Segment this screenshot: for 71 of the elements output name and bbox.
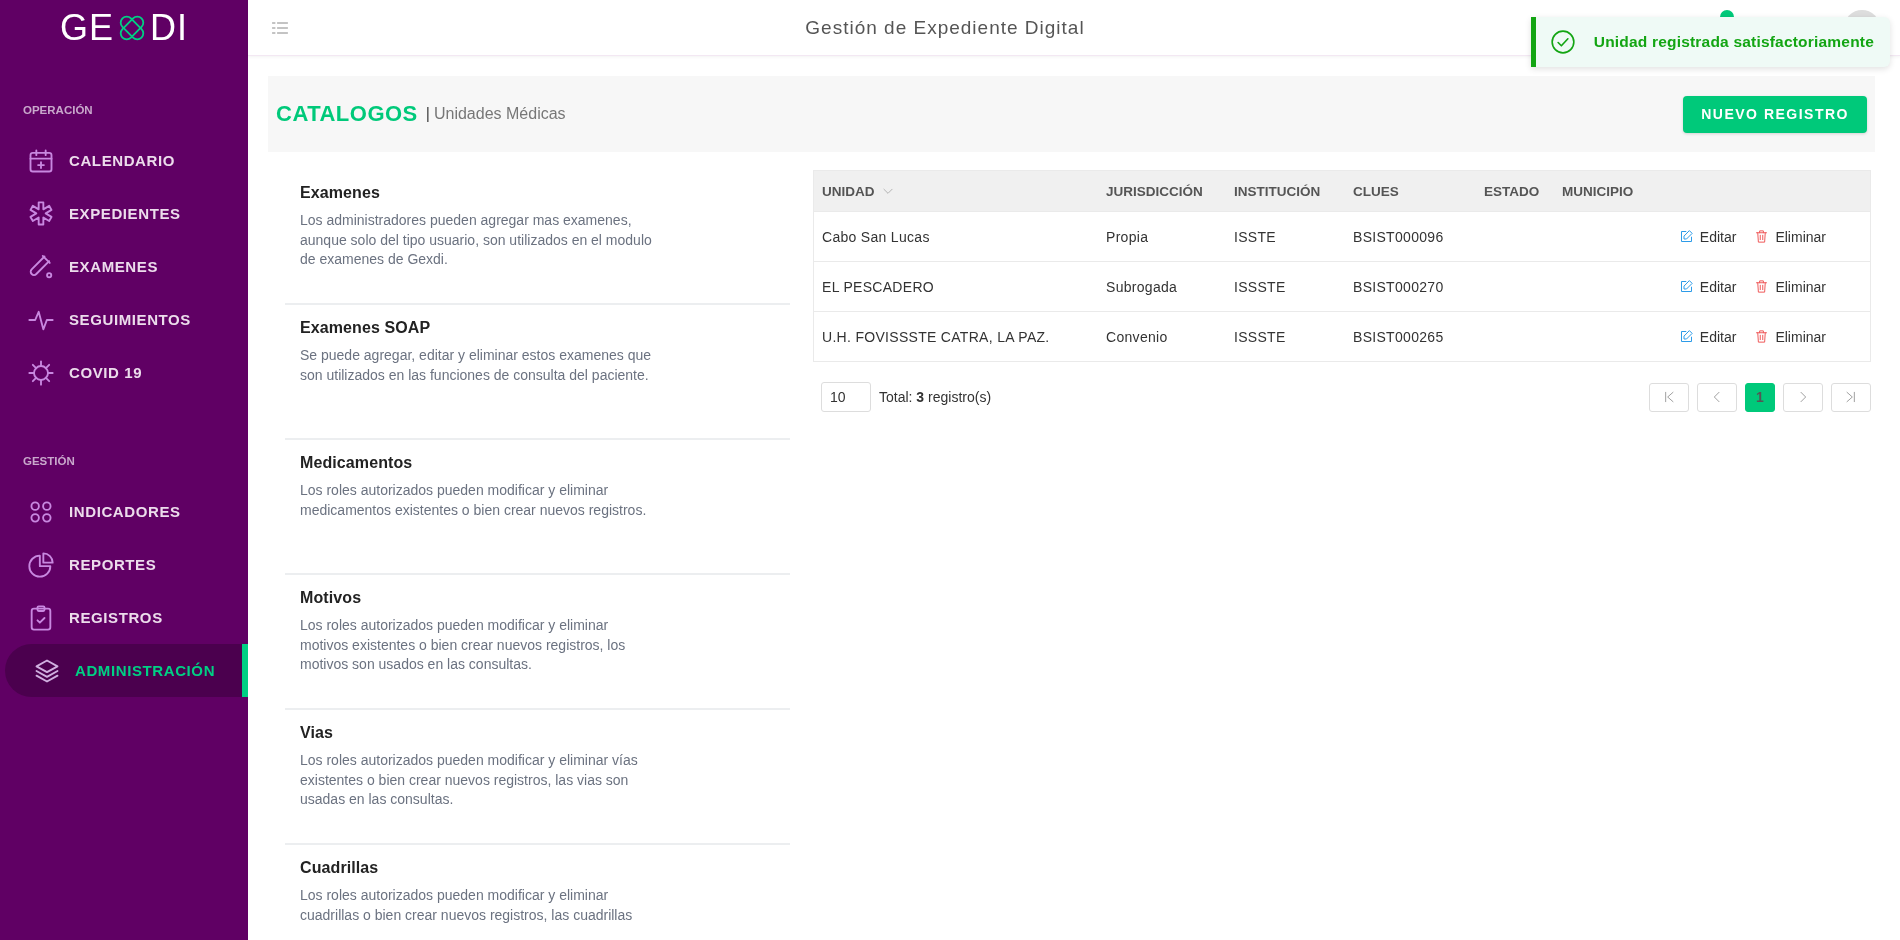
- catalog-description: Los roles autorizados pueden modificar y eliminar cuadrillas o bien crear nuevos registros, las cuadrillas: [300, 886, 634, 925]
- catalog-description: Se puede agregar, editar y eliminar estos examenes que son utilizados en las funciones de consulta del paciente.: [300, 346, 652, 385]
- asterisk-icon: [27, 199, 55, 228]
- table-cell: Propia: [1106, 228, 1149, 245]
- sidebar-item[interactable]: CALENDARIO: [0, 134, 248, 187]
- edit-button[interactable]: Editar: [1676, 276, 1739, 297]
- sidebar-item[interactable]: EXAMENES: [0, 240, 248, 293]
- edit-icon: [1678, 279, 1694, 294]
- catalog-title[interactable]: Examenes: [300, 184, 380, 202]
- catalog-title[interactable]: Cuadrillas: [300, 859, 379, 877]
- section-title: CATALOGOS: [276, 101, 418, 127]
- last-page-button[interactable]: [1831, 382, 1871, 412]
- table-cell: BSIST000265: [1353, 328, 1444, 345]
- table-cell: Subrogada: [1106, 278, 1178, 295]
- trash-icon: [1754, 279, 1770, 294]
- page-size-field[interactable]: 10: [821, 382, 871, 412]
- app-title: Gestión de Expediente Digital: [804, 16, 1086, 39]
- sidebar-item[interactable]: REGISTROS: [0, 591, 248, 644]
- virus-icon: [27, 358, 55, 387]
- delete-button[interactable]: Eliminar: [1752, 326, 1828, 347]
- delete-button[interactable]: Eliminar: [1752, 276, 1828, 297]
- sidebar-item[interactable]: ADMINISTRACIÓN: [5, 644, 248, 697]
- test-tube-icon: [27, 252, 55, 281]
- column-header[interactable]: UNIDAD: [822, 183, 895, 199]
- table-cell: BSIST000096: [1353, 228, 1444, 245]
- catalog-title[interactable]: Vias: [300, 724, 334, 742]
- total-count: Total: 3 registro(s): [879, 389, 993, 405]
- table-cell: ISSSTE: [1234, 278, 1286, 295]
- trash-icon: [1754, 329, 1770, 344]
- trash-icon: [1754, 229, 1770, 244]
- sidebar-item[interactable]: INDICADORES: [0, 485, 248, 538]
- table-cell: ISSTE: [1234, 228, 1276, 245]
- column-header: INSTITUCIÓN: [1234, 183, 1321, 199]
- catalog-title[interactable]: Medicamentos: [300, 454, 413, 472]
- table-cell: Convenio: [1106, 328, 1168, 345]
- separator: |: [425, 105, 430, 123]
- pie-chart-icon: [27, 550, 55, 579]
- catalog-description: Los roles autorizados pueden modificar y eliminar medicamentos existentes o bien crear nuevos registros.: [300, 481, 648, 520]
- logo-text: GE: [60, 7, 114, 49]
- edit-button[interactable]: Editar: [1676, 326, 1739, 347]
- delete-button[interactable]: Eliminar: [1752, 226, 1828, 247]
- edit-icon: [1678, 329, 1694, 344]
- catalog-title[interactable]: Examenes SOAP: [300, 319, 431, 337]
- sidebar-item[interactable]: REPORTES: [0, 538, 248, 591]
- sidebar-item[interactable]: SEGUIMIENTOS: [0, 293, 248, 346]
- table-cell: U.H. FOVISSSTE CATRA, LA PAZ.: [822, 328, 1050, 345]
- first-page-button[interactable]: [1649, 382, 1689, 412]
- section-label: GESTIÓN: [23, 455, 75, 467]
- page-title: Unidades Médicas: [433, 105, 567, 123]
- edit-icon: [1678, 229, 1694, 244]
- column-header: JURISDICCIÓN: [1106, 183, 1203, 199]
- column-header: ESTADO: [1484, 183, 1540, 199]
- check-circle-icon: [1549, 29, 1576, 55]
- table-cell: ISSSTE: [1234, 328, 1286, 345]
- sidebar-item[interactable]: COVID 19: [0, 346, 248, 399]
- sidebar-item[interactable]: EXPEDIENTES: [0, 187, 248, 240]
- toast-message: Unidad registrada satisfactoriamente: [1593, 33, 1874, 51]
- table-cell: Cabo San Lucas: [822, 228, 930, 245]
- next-page-button[interactable]: [1783, 382, 1823, 412]
- logo-text: DI: [150, 7, 188, 49]
- catalog-description: Los administradores pueden agregar mas examenes, aunque solo del tipo usuario, son utilizados en el modulo de examenes de Gexdi.: [300, 211, 653, 269]
- column-header: CLUES: [1353, 183, 1399, 199]
- catalog-title[interactable]: Motivos: [300, 589, 362, 607]
- catalog-description: Los roles autorizados pueden modificar y eliminar motivos existentes o bien crear nuevos registros, los motivos son usados en las consultas.: [300, 616, 627, 674]
- previous-page-button[interactable]: [1697, 382, 1737, 412]
- edit-button[interactable]: Editar: [1676, 226, 1739, 247]
- column-header: MUNICIPIO: [1562, 183, 1634, 199]
- catalog-description: Los roles autorizados pueden modificar y eliminar vías existentes o bien crear nuevos registros, las vias son usadas en las consultas.: [300, 751, 639, 809]
- table-cell: EL PESCADERO: [822, 278, 934, 295]
- section-label: OPERACIÓN: [23, 104, 93, 116]
- table-cell: BSIST000270: [1353, 278, 1444, 295]
